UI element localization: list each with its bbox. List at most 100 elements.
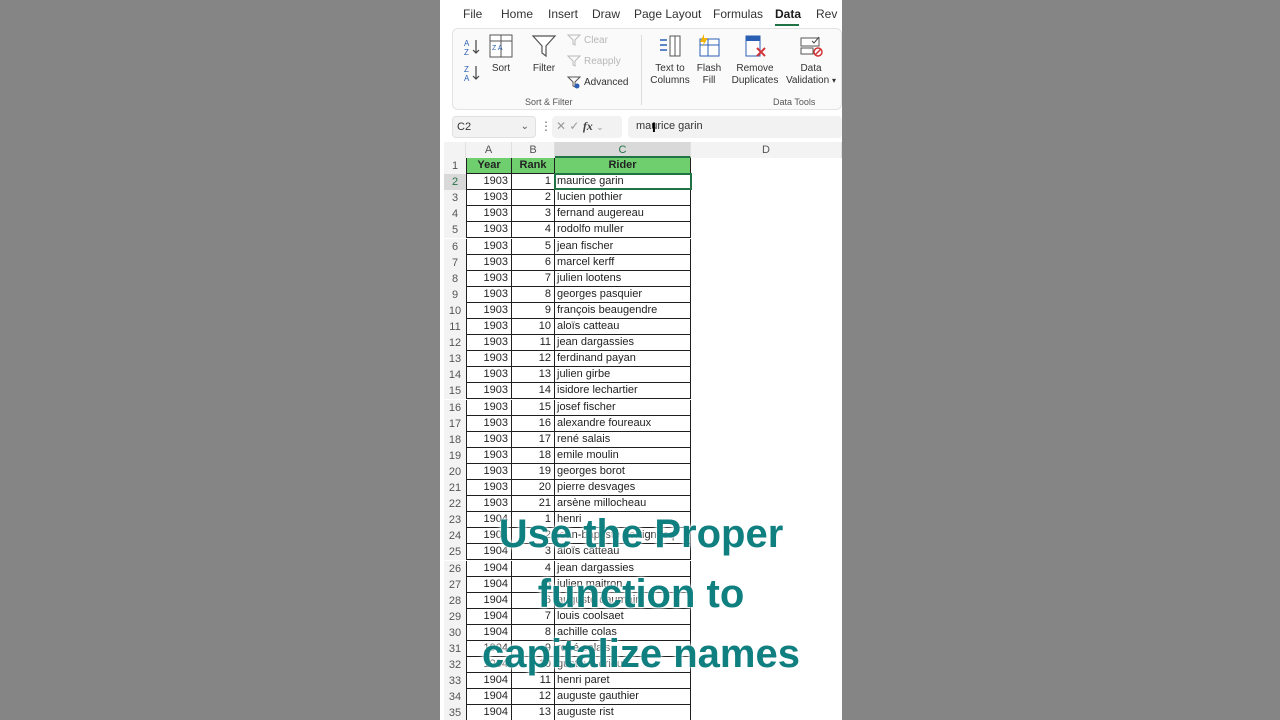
row-header[interactable]: 10 <box>444 302 466 319</box>
chevron-down-icon[interactable]: ⌄ <box>521 121 529 132</box>
header-cell-rank[interactable]: Rank <box>512 158 555 175</box>
rank-cell[interactable]: 13 <box>512 705 555 720</box>
rank-cell[interactable]: 17 <box>512 431 555 448</box>
name-box[interactable]: C2 ⌄ <box>452 116 536 138</box>
rank-cell[interactable]: 9 <box>512 302 555 319</box>
rider-cell[interactable]: julien girbe <box>555 367 691 384</box>
rank-cell[interactable]: 19 <box>512 463 555 480</box>
rider-cell[interactable]: alexandre foureaux <box>555 415 691 432</box>
flash-fill-button[interactable]: Flash Fill <box>694 33 724 87</box>
data-validation-button[interactable]: Data Validation ▾ <box>783 33 839 87</box>
row-header[interactable]: 6 <box>444 238 466 255</box>
rider-cell[interactable]: ferdinand payan <box>555 351 691 368</box>
year-cell[interactable]: 1903 <box>466 480 512 497</box>
rank-cell[interactable]: 7 <box>512 270 555 287</box>
rank-cell[interactable]: 8 <box>512 286 555 303</box>
rank-cell[interactable]: 16 <box>512 415 555 432</box>
rider-cell[interactable]: pierre desvages <box>555 480 691 497</box>
rider-cell[interactable]: françois beaugendre <box>555 302 691 319</box>
rider-cell[interactable]: josef fischer <box>555 399 691 416</box>
rider-cell[interactable]: marcel kerff <box>555 254 691 271</box>
rider-cell[interactable]: rené salais <box>555 431 691 448</box>
year-cell[interactable]: 1903 <box>466 174 512 191</box>
rider-cell[interactable]: georges pasquier <box>555 286 691 303</box>
year-cell[interactable]: 1903 <box>466 254 512 271</box>
year-cell[interactable]: 1903 <box>466 286 512 303</box>
row-header[interactable]: 19 <box>444 447 466 464</box>
sort-button[interactable]: Z A Sort <box>486 33 516 75</box>
rider-cell[interactable]: auguste gauthier <box>555 689 691 706</box>
rider-cell[interactable]: fernand augereau <box>555 206 691 223</box>
row-header[interactable]: 3 <box>444 190 466 207</box>
row-header[interactable]: 34 <box>444 689 466 706</box>
row-header[interactable]: 20 <box>444 463 466 480</box>
year-cell[interactable]: 1903 <box>466 206 512 223</box>
year-cell[interactable]: 1903 <box>466 431 512 448</box>
year-cell[interactable]: 1903 <box>466 222 512 239</box>
rank-cell[interactable]: 15 <box>512 399 555 416</box>
tab-review[interactable]: Rev <box>816 7 837 21</box>
row-header[interactable]: 15 <box>444 383 466 400</box>
year-cell[interactable]: 1903 <box>466 399 512 416</box>
rank-cell[interactable]: 12 <box>512 689 555 706</box>
sort-za-button[interactable]: Z A <box>461 63 483 87</box>
advanced-button[interactable]: Advanced <box>567 75 628 89</box>
sort-az-button[interactable]: A Z <box>461 37 483 61</box>
tab-data[interactable]: Data <box>775 7 801 21</box>
rank-cell[interactable]: 14 <box>512 383 555 400</box>
column-header-a[interactable]: A <box>466 142 512 158</box>
rider-cell[interactable]: emile moulin <box>555 447 691 464</box>
rider-cell[interactable]: georges borot <box>555 463 691 480</box>
insert-function-icon[interactable]: fx <box>583 119 593 133</box>
rank-cell[interactable]: 12 <box>512 351 555 368</box>
row-header[interactable]: 14 <box>444 367 466 384</box>
rank-cell[interactable]: 6 <box>512 254 555 271</box>
column-header-d[interactable]: D <box>691 142 842 158</box>
rider-cell[interactable]: maurice garin <box>555 174 691 191</box>
clear-button[interactable]: Clear <box>567 33 608 47</box>
year-cell[interactable]: 1903 <box>466 351 512 368</box>
remove-duplicates-button[interactable]: Remove Duplicates <box>729 33 781 87</box>
row-header[interactable]: 4 <box>444 206 466 223</box>
rider-cell[interactable]: jean fischer <box>555 238 691 255</box>
rider-cell[interactable]: jean dargassies <box>555 335 691 352</box>
tab-insert[interactable]: Insert <box>548 7 578 21</box>
rank-cell[interactable]: 5 <box>512 238 555 255</box>
row-header[interactable]: 18 <box>444 431 466 448</box>
row-header[interactable]: 17 <box>444 415 466 432</box>
rank-cell[interactable]: 18 <box>512 447 555 464</box>
row-header[interactable]: 8 <box>444 270 466 287</box>
rank-cell[interactable]: 20 <box>512 480 555 497</box>
reapply-button[interactable]: Reapply <box>567 54 621 68</box>
row-header[interactable]: 9 <box>444 286 466 303</box>
year-cell[interactable]: 1903 <box>466 190 512 207</box>
tab-page-layout[interactable]: Page Layout <box>634 7 701 21</box>
rank-cell[interactable]: 1 <box>512 174 555 191</box>
year-cell[interactable]: 1903 <box>466 319 512 336</box>
year-cell[interactable]: 1903 <box>466 463 512 480</box>
row-header[interactable]: 13 <box>444 351 466 368</box>
rank-cell[interactable]: 13 <box>512 367 555 384</box>
row-header[interactable]: 16 <box>444 399 466 416</box>
row-header[interactable]: 5 <box>444 222 466 239</box>
rank-cell[interactable]: 10 <box>512 319 555 336</box>
rider-cell[interactable]: rodolfo muller <box>555 222 691 239</box>
cancel-icon[interactable]: ✕ <box>556 119 566 133</box>
year-cell[interactable]: 1903 <box>466 367 512 384</box>
confirm-check-icon[interactable]: ✓ <box>569 119 579 133</box>
formula-input[interactable]: maurice garin <box>628 116 842 138</box>
header-cell-rider[interactable]: Rider <box>555 158 691 175</box>
row-header[interactable]: 7 <box>444 254 466 271</box>
rank-cell[interactable]: 3 <box>512 206 555 223</box>
year-cell[interactable]: 1903 <box>466 238 512 255</box>
row-header[interactable]: 21 <box>444 480 466 497</box>
year-cell[interactable]: 1903 <box>466 415 512 432</box>
chevron-down-icon[interactable]: ⌄ <box>596 122 604 132</box>
tab-draw[interactable]: Draw <box>592 7 620 21</box>
more-options-icon[interactable]: ⋮ <box>540 119 552 133</box>
year-cell[interactable]: 1903 <box>466 270 512 287</box>
filter-button[interactable]: Filter <box>529 33 559 75</box>
tab-formulas[interactable]: Formulas <box>713 7 763 21</box>
row-header[interactable]: 12 <box>444 335 466 352</box>
year-cell[interactable]: 1903 <box>466 447 512 464</box>
